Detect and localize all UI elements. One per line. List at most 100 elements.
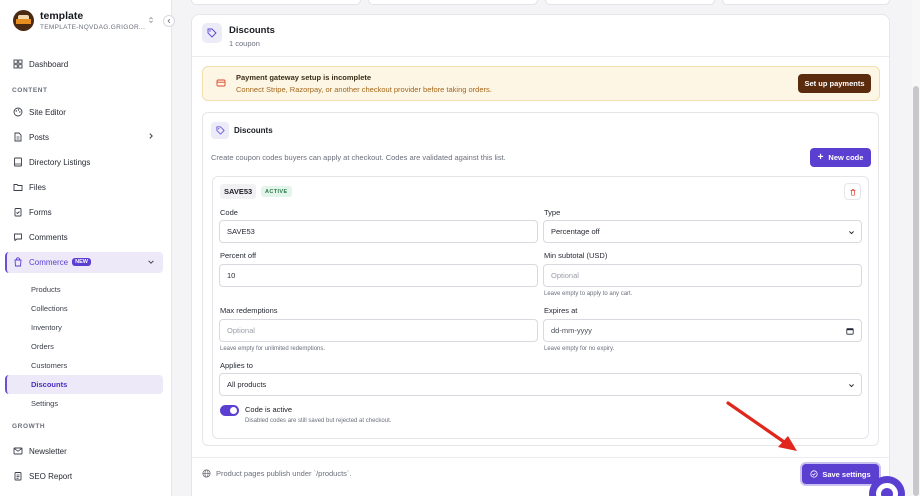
tag-icon [211,122,229,139]
site-name: template [40,10,84,22]
sidebar-subitem-products[interactable]: Products [31,285,61,294]
sidebar-subitem-inventory[interactable]: Inventory [31,323,62,332]
sidebar-subitem-settings[interactable]: Settings [31,399,58,408]
sidebar-item-posts[interactable]: Posts [13,127,49,147]
percent-off-value: 10 [227,271,236,280]
section-growth-label: GROWTH [12,423,46,430]
chevron-down-icon [849,384,854,388]
comment-icon [14,233,22,242]
discounts-description: Create coupon codes buyers can apply at … [211,153,506,162]
code-active-label: Code is active [245,405,293,414]
min-subtotal-input[interactable]: Optional [543,264,862,287]
new-badge: NEW [72,258,91,266]
calendar-icon[interactable] [846,327,854,335]
book-icon [14,157,22,167]
sidebar-subitem-discounts[interactable]: Discounts [31,380,67,389]
workspace-switcher[interactable]: template TEMPLATE-NQVDAG.GRIGOR... [13,10,145,31]
stat-card-edge [545,0,715,5]
red-arrow-annotation [726,401,797,451]
new-code-button[interactable]: + New code [810,148,871,167]
sidebar-item-label: Newsletter [29,446,67,456]
min-subtotal-hint: Leave empty to apply to any cart. [544,291,633,297]
sidebar-item-site-editor[interactable]: Site Editor [13,102,66,122]
stat-card-edge [191,0,361,5]
discounts-section-title: Discounts [234,126,273,135]
sidebar-subitem-discounts-highlight [5,375,163,394]
sidebar-subitem-customers[interactable]: Customers [31,361,67,370]
chevron-updown-icon[interactable] [147,16,155,24]
report-icon [14,472,22,481]
sidebar-item-commerce[interactable]: Commerce NEW [13,252,91,272]
sidebar-subitem-collections[interactable]: Collections [31,304,68,313]
new-code-label: New code [828,153,864,162]
stat-card-edge [722,0,890,5]
site-domain: TEMPLATE-NQVDAG.GRIGOR... [40,24,146,31]
trash-icon [850,188,855,196]
code-active-toggle[interactable] [220,405,239,416]
warning-text: Connect Stripe, Razorpay, or another che… [236,85,492,94]
coupon-count: 1 coupon [229,39,260,48]
max-redemptions-input[interactable]: Optional [219,319,538,342]
sidebar-item-forms[interactable]: Forms [13,202,52,222]
clipboard-check-icon [14,208,22,217]
section-content-label: CONTENT [12,87,48,94]
set-up-payments-button[interactable]: Set up payments [798,74,871,93]
payment-warning-banner [202,66,880,101]
percent-off-input[interactable]: 10 [219,264,538,287]
dashboard-icon [13,59,23,69]
status-badge: ACTIVE [261,186,292,197]
type-value: Percentage off [551,227,600,236]
sidebar-item-comments[interactable]: Comments [13,227,68,247]
expires-at-placeholder: dd-mm-yyyy [551,326,592,335]
code-label: Code [220,208,238,217]
type-select[interactable]: Percentage off [543,220,862,243]
coupon-code-badge: SAVE53 [220,184,257,199]
min-subtotal-placeholder: Optional [551,271,579,280]
sidebar-item-label: Site Editor [29,107,66,117]
sidebar-item-newsletter[interactable]: Newsletter [13,441,67,461]
type-label: Type [544,208,561,217]
document-icon [14,132,22,142]
site-logo [13,10,34,31]
sidebar-item-label: Commerce [29,257,69,267]
code-value: SAVE53 [227,227,255,236]
max-redemptions-placeholder: Optional [227,326,255,335]
chevron-left-icon [167,18,171,24]
sidebar-item-label: SEO Report [29,471,73,481]
sidebar-item-label: Forms [29,207,52,217]
folder-icon [13,184,23,191]
sidebar-item-files[interactable]: Files [13,177,46,197]
shopping-bag-icon [14,257,22,267]
save-settings-label: Save settings [822,469,871,479]
chevron-down-icon[interactable] [147,258,155,266]
check-circle-icon [810,470,818,478]
expires-at-input[interactable]: dd-mm-yyyy [543,319,862,342]
scrollbar-thumb[interactable] [913,86,919,496]
expires-at-hint: Leave empty for no expiry. [544,346,615,352]
code-input[interactable]: SAVE53 [219,220,538,243]
sidebar-item-directory-listings[interactable]: Directory Listings [13,152,90,172]
sidebar-item-dashboard[interactable]: Dashboard [13,54,68,74]
max-redemptions-label: Max redemptions [220,306,278,315]
page-title: Discounts [229,25,275,36]
sidebar-item-label: Directory Listings [29,157,91,167]
expires-at-label: Expires at [544,306,578,315]
tag-icon [202,23,222,43]
chevron-right-icon[interactable] [147,132,155,140]
percent-off-label: Percent off [220,251,257,260]
credit-card-icon [216,79,226,87]
globe-icon [202,469,211,478]
applies-to-value: All products [227,380,267,389]
sidebar-item-seo-report[interactable]: SEO Report [13,466,72,486]
warning-title: Payment gateway setup is incomplete [236,73,372,82]
sidebar-subitem-orders[interactable]: Orders [31,342,54,351]
palette-icon [13,107,23,117]
collapse-sidebar-button[interactable] [163,15,175,27]
sidebar-item-label: Files [29,182,46,192]
max-redemptions-hint: Leave empty for unlimited redemptions. [220,346,326,352]
footer-note: Product pages publish under `/products`. [202,469,352,478]
save-settings-button[interactable]: Save settings [802,464,879,484]
applies-to-select[interactable]: All products [219,373,862,396]
stat-card-edge [368,0,538,5]
delete-coupon-button[interactable] [844,183,861,200]
